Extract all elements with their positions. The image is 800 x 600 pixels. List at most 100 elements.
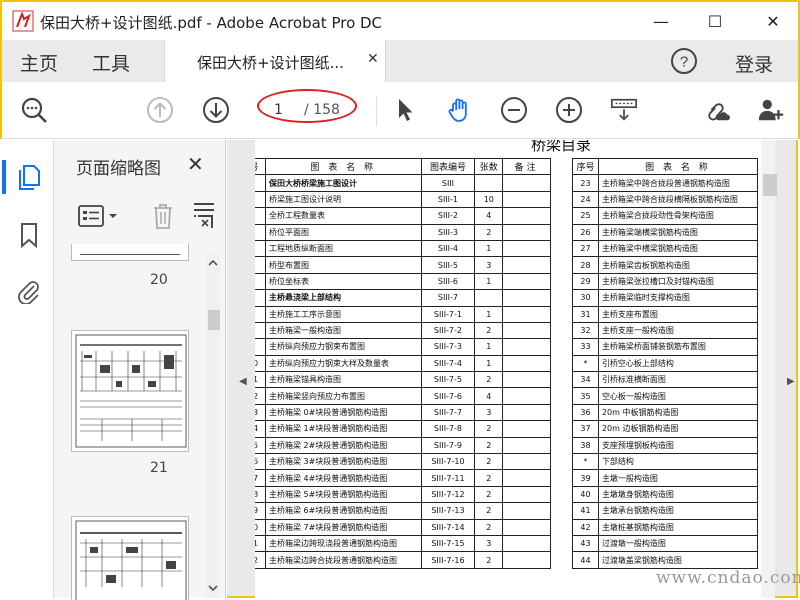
table-cell: 主桥箱梁张拉槽口及封锚构造图 xyxy=(597,272,759,291)
table-cell xyxy=(502,387,551,405)
table-row: * 引桥空心板上部结构 xyxy=(572,354,759,373)
table-cell xyxy=(255,305,266,323)
tab-tools[interactable]: 工具 xyxy=(92,49,130,76)
table-cell: 5 xyxy=(255,436,266,455)
table-cell xyxy=(502,469,551,487)
table-cell: 34 xyxy=(572,371,599,389)
table-cell: 2 xyxy=(474,321,504,340)
table-cell: 主桥箱梁 2#块段普通钢筋构造图 xyxy=(264,436,422,455)
table-row: 6 主桥箱梁 3#块段普通钢筋构造图 SIII-7-10 2 xyxy=(255,453,551,471)
thumbnail-page-22[interactable] xyxy=(71,516,189,600)
tab-home[interactable]: 主页 xyxy=(20,49,58,76)
document-scrollbar[interactable] xyxy=(761,140,777,598)
search-icon xyxy=(21,97,47,123)
zoom-in-button[interactable] xyxy=(555,96,583,124)
panel-title: 页面缩略图 xyxy=(76,159,161,179)
table-cell xyxy=(255,256,266,274)
table-cell: 3 xyxy=(474,256,504,274)
add-user-button[interactable] xyxy=(757,96,785,124)
thumbnail-page-21[interactable] xyxy=(71,330,189,452)
thumbnail-page-20[interactable] xyxy=(71,244,189,261)
doc-heading: 桥梁目录 xyxy=(531,140,592,154)
app-logo-icon xyxy=(12,10,34,32)
table-row: 42 主墩桩基钢筋构造图 xyxy=(572,518,759,536)
document-scroll-thumb[interactable] xyxy=(763,174,777,196)
toolbar-divider xyxy=(376,96,377,126)
thumbnail-options-icon[interactable] xyxy=(78,204,122,230)
close-window-button[interactable]: ✕ xyxy=(758,8,788,34)
table-cell: 1 xyxy=(255,371,266,389)
table-row: 8 主桥箱梁 5#块段普通钢筋构造图 SIII-7-12 2 xyxy=(255,485,551,504)
link-cloud-icon xyxy=(708,103,730,121)
table-cell: 主桥箱梁 0#块段普通钢筋构造图 xyxy=(264,403,422,422)
table-cell xyxy=(502,453,551,471)
pdf-page: 桥梁目录 号 图 表 名 称 图表编号 张数 备注 保田大桥桥梁施工图设计SII… xyxy=(255,140,761,598)
column-header: 号 xyxy=(255,157,266,176)
table-cell: 24 xyxy=(572,190,599,209)
table-cell: SIII-4 xyxy=(420,239,476,258)
maximize-button[interactable]: ☐ xyxy=(700,8,730,34)
scroll-up-icon[interactable] xyxy=(206,257,220,269)
scroll-mode-icon xyxy=(611,98,637,121)
table-header-row: 序号 图 表 名 称 xyxy=(572,157,759,176)
login-button[interactable]: 登录 xyxy=(735,50,773,77)
tab-document[interactable]: 保田大桥+设计图纸... ✕ xyxy=(164,40,386,82)
collapse-left-icon[interactable]: ◀ xyxy=(239,376,247,387)
index-table-right: 序号 图 表 名 称 23 主桥箱梁中跨合拢段普通钢筋构造图 24 主桥箱梁中跨合拢段… xyxy=(572,157,759,569)
table-row: 44 过渡墩盖梁钢筋构造图 xyxy=(572,551,759,569)
select-tool-button[interactable] xyxy=(392,96,420,124)
scroll-down-icon[interactable] xyxy=(206,582,220,594)
table-row: 29 主桥箱梁张拉槽口及封锚构造图 xyxy=(572,272,759,291)
crop-pages-icon[interactable] xyxy=(192,202,216,230)
zoom-out-button[interactable] xyxy=(500,96,528,124)
table-cell: 2 xyxy=(474,453,504,471)
table-header-row: 号 图 表 名 称 图表编号 张数 备注 xyxy=(255,157,551,176)
table-cell: 44 xyxy=(572,551,599,569)
panel-scrollbar[interactable] xyxy=(206,254,220,598)
table-cell: 9 xyxy=(255,502,266,520)
close-tab-icon[interactable]: ✕ xyxy=(367,51,379,67)
attachment-icon[interactable] xyxy=(16,278,42,304)
table-row: 主桥施工工序示意图 SIII-7-1 1 xyxy=(255,305,551,323)
minus-circle-icon xyxy=(501,97,527,123)
table-cell: SIII-7-14 xyxy=(420,518,476,536)
table-cell: 2 xyxy=(474,518,504,536)
document-view[interactable]: ◀ 桥梁目录 号 图 表 名 称 图表编号 张数 备注 保田大桥桥梁施工图设计S… xyxy=(227,140,798,598)
panel-close-button[interactable]: ✕ xyxy=(187,152,204,176)
bookmark-icon[interactable] xyxy=(16,222,42,248)
previous-page-button[interactable] xyxy=(146,96,174,124)
table-row: 26 主桥箱梁端横梁钢筋构造图 xyxy=(572,223,759,241)
table-cell: 主桥箱梁 5#块段普通钢筋构造图 xyxy=(264,485,422,504)
hand-tool-button[interactable] xyxy=(446,96,474,124)
table-cell: 29 xyxy=(572,272,599,291)
table-cell: 37 xyxy=(572,420,599,438)
table-cell: 20m 中板钢筋构造图 xyxy=(597,403,759,422)
table-row: 2 主桥箱梁边跨合拢段普通钢筋构造图 SIII-7-16 2 xyxy=(255,551,551,569)
table-row: 桥型布置图 SIII-5 3 xyxy=(255,256,551,274)
table-row: 1 主桥箱梁锚具构造图 SIII-7-5 2 xyxy=(255,371,551,389)
table-row: 全桥工程数量表 SIII-2 4 xyxy=(255,207,551,225)
column-header: 图 表 名 称 xyxy=(264,157,422,176)
panel-scroll-thumb[interactable] xyxy=(208,310,220,330)
table-cell: * xyxy=(572,453,599,471)
help-icon[interactable]: ? xyxy=(670,47,698,75)
table-cell: SIII-7-4 xyxy=(420,354,476,373)
scroll-mode-button[interactable] xyxy=(610,96,638,124)
page-thumbnails-icon[interactable] xyxy=(16,164,42,190)
next-page-button[interactable] xyxy=(202,96,230,124)
table-cell: 4 xyxy=(255,420,266,438)
table-cell: SIII-7-11 xyxy=(420,469,476,487)
table-cell: 36 xyxy=(572,403,599,422)
table-row: 39 主墩一般构造图 xyxy=(572,469,759,487)
table-row: 43 过渡墩一般构造图 xyxy=(572,534,759,553)
search-tool-button[interactable] xyxy=(20,96,48,124)
expand-right-icon[interactable]: ▶ xyxy=(787,376,795,387)
table-row: 9 主桥箱梁 6#块段普通钢筋构造图 SIII-7-13 2 xyxy=(255,502,551,520)
table-cell: 主桥箱梁临时支撑构造图 xyxy=(597,289,759,307)
delete-page-icon[interactable] xyxy=(150,202,176,230)
table-cell: 主桥纵向预应力钢束大样及数量表 xyxy=(264,354,422,373)
page-thumbnails-panel: 页面缩略图 ✕ 20 21 xyxy=(54,140,226,600)
table-row: 35 空心板一般构造图 xyxy=(572,387,759,405)
minimize-button[interactable]: — xyxy=(646,8,676,34)
share-link-button[interactable] xyxy=(702,96,730,124)
